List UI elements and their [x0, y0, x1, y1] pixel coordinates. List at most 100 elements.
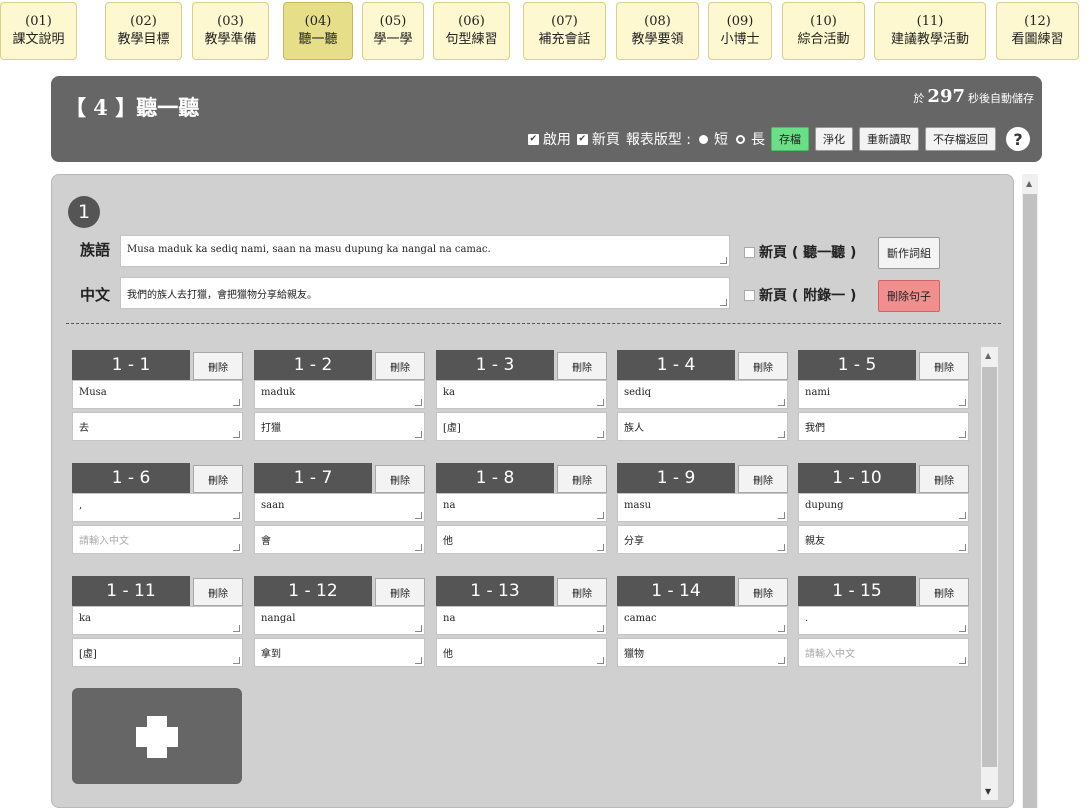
- resize-grip-icon[interactable]: [233, 657, 240, 664]
- delete-word-button[interactable]: 刪除: [375, 578, 425, 606]
- delete-word-button[interactable]: 刪除: [375, 465, 425, 493]
- resize-grip-icon[interactable]: [233, 625, 240, 632]
- word-input[interactable]: ka: [436, 380, 607, 409]
- word-grid-scrollbar[interactable]: ▲ ▼: [981, 347, 998, 800]
- resize-grip-icon[interactable]: [597, 431, 604, 438]
- zh-word-input[interactable]: 我們: [798, 412, 969, 441]
- resize-grip-icon[interactable]: [959, 399, 966, 406]
- resize-grip-icon[interactable]: [233, 431, 240, 438]
- word-input[interactable]: dupung: [798, 493, 969, 522]
- delete-sentence-button[interactable]: 刪除句子: [878, 280, 940, 312]
- layout-short-radio[interactable]: 短: [697, 129, 728, 149]
- scroll-thumb[interactable]: [982, 367, 997, 767]
- delete-word-button[interactable]: 刪除: [193, 352, 243, 380]
- tab-04[interactable]: (04) 聽一聽: [283, 2, 353, 60]
- tab-12[interactable]: (12) 看圖練習: [996, 2, 1079, 60]
- resize-grip-icon[interactable]: [959, 512, 966, 519]
- zh-word-input[interactable]: 去: [72, 412, 243, 441]
- zh-word-input[interactable]: 獵物: [617, 638, 788, 667]
- zh-word-input[interactable]: 請輸入中文: [798, 638, 969, 667]
- word-input[interactable]: saan: [254, 493, 425, 522]
- clean-button[interactable]: 淨化: [815, 127, 853, 151]
- resize-grip-icon[interactable]: [597, 399, 604, 406]
- resize-grip-icon[interactable]: [233, 512, 240, 519]
- zh-word-input[interactable]: 會: [254, 525, 425, 554]
- delete-word-button[interactable]: 刪除: [557, 465, 607, 493]
- tab-06[interactable]: (06) 句型練習: [433, 2, 510, 60]
- delete-word-button[interactable]: 刪除: [738, 578, 788, 606]
- resize-grip-icon[interactable]: [415, 431, 422, 438]
- word-input[interactable]: na: [436, 606, 607, 635]
- word-input[interactable]: camac: [617, 606, 788, 635]
- zh-word-input[interactable]: 拿到: [254, 638, 425, 667]
- scroll-thumb[interactable]: [1023, 194, 1037, 808]
- scroll-up-icon[interactable]: ▲: [1026, 179, 1032, 188]
- word-input[interactable]: Musa: [72, 380, 243, 409]
- zh-word-input[interactable]: 族人: [617, 412, 788, 441]
- resize-grip-icon[interactable]: [597, 625, 604, 632]
- resize-grip-icon[interactable]: [959, 431, 966, 438]
- zh-word-input[interactable]: 請輸入中文: [72, 525, 243, 554]
- word-input[interactable]: na: [436, 493, 607, 522]
- word-input[interactable]: ka: [72, 606, 243, 635]
- zh-sentence-input[interactable]: 我們的族人去打獵，會把獵物分享給親友。: [120, 277, 730, 309]
- word-input[interactable]: sediq: [617, 380, 788, 409]
- resize-grip-icon[interactable]: [778, 625, 785, 632]
- word-input[interactable]: maduk: [254, 380, 425, 409]
- zh-word-input[interactable]: 他: [436, 525, 607, 554]
- zh-word-input[interactable]: [虛]: [72, 638, 243, 667]
- resize-grip-icon[interactable]: [778, 399, 785, 406]
- tab-03[interactable]: (03) 教學準備: [192, 2, 269, 60]
- resize-grip-icon[interactable]: [597, 512, 604, 519]
- delete-word-button[interactable]: 刪除: [919, 465, 969, 493]
- word-input[interactable]: nami: [798, 380, 969, 409]
- tab-10[interactable]: (10) 綜合活動: [782, 2, 865, 60]
- delete-word-button[interactable]: 刪除: [193, 465, 243, 493]
- tab-08[interactable]: (08) 教學要領: [616, 2, 699, 60]
- tab-09[interactable]: (09) 小博士: [708, 2, 772, 60]
- resize-grip-icon[interactable]: [597, 544, 604, 551]
- resize-grip-icon[interactable]: [778, 431, 785, 438]
- resize-grip-icon[interactable]: [233, 399, 240, 406]
- discard-return-button[interactable]: 不存檔返回: [925, 127, 996, 151]
- resize-grip-icon[interactable]: [959, 544, 966, 551]
- zh-word-input[interactable]: [虛]: [436, 412, 607, 441]
- newpage-listen-checkbox[interactable]: 新頁 ( 聽一聽 ): [744, 242, 856, 262]
- tab-11[interactable]: (11) 建議教學活動: [874, 2, 986, 60]
- delete-word-button[interactable]: 刪除: [375, 352, 425, 380]
- reload-button[interactable]: 重新讀取: [859, 127, 919, 151]
- resize-grip-icon[interactable]: [415, 399, 422, 406]
- delete-word-button[interactable]: 刪除: [738, 465, 788, 493]
- lang-sentence-input[interactable]: Musa maduk ka sediq nami, saan na masu d…: [120, 235, 730, 267]
- resize-grip-icon[interactable]: [778, 544, 785, 551]
- word-input[interactable]: nangal: [254, 606, 425, 635]
- scroll-down-icon[interactable]: ▼: [985, 787, 991, 796]
- delete-word-button[interactable]: 刪除: [919, 578, 969, 606]
- add-word-button[interactable]: [72, 688, 242, 784]
- layout-long-radio[interactable]: 長: [734, 129, 765, 149]
- resize-grip-icon[interactable]: [415, 544, 422, 551]
- resize-grip-icon[interactable]: [415, 512, 422, 519]
- page-scrollbar[interactable]: ▲: [1022, 174, 1038, 808]
- resize-grip-icon[interactable]: [720, 299, 727, 306]
- resize-grip-icon[interactable]: [778, 512, 785, 519]
- delete-word-button[interactable]: 刪除: [193, 578, 243, 606]
- resize-grip-icon[interactable]: [415, 657, 422, 664]
- zh-word-input[interactable]: 打獵: [254, 412, 425, 441]
- scroll-up-icon[interactable]: ▲: [985, 351, 991, 360]
- tab-05[interactable]: (05) 學一學: [362, 2, 424, 60]
- split-phrase-button[interactable]: 斷作詞組: [878, 237, 940, 269]
- delete-word-button[interactable]: 刪除: [738, 352, 788, 380]
- newpage-checkbox[interactable]: ✔ 新頁: [576, 129, 620, 149]
- resize-grip-icon[interactable]: [959, 625, 966, 632]
- delete-word-button[interactable]: 刪除: [557, 352, 607, 380]
- delete-word-button[interactable]: 刪除: [557, 578, 607, 606]
- enable-checkbox[interactable]: ✔ 啟用: [527, 129, 571, 149]
- zh-word-input[interactable]: 分享: [617, 525, 788, 554]
- tab-01[interactable]: (01) 課文說明: [0, 2, 77, 60]
- word-input[interactable]: masu: [617, 493, 788, 522]
- tab-02[interactable]: (02) 教學目標: [105, 2, 182, 60]
- resize-grip-icon[interactable]: [415, 625, 422, 632]
- resize-grip-icon[interactable]: [597, 657, 604, 664]
- word-input[interactable]: ,: [72, 493, 243, 522]
